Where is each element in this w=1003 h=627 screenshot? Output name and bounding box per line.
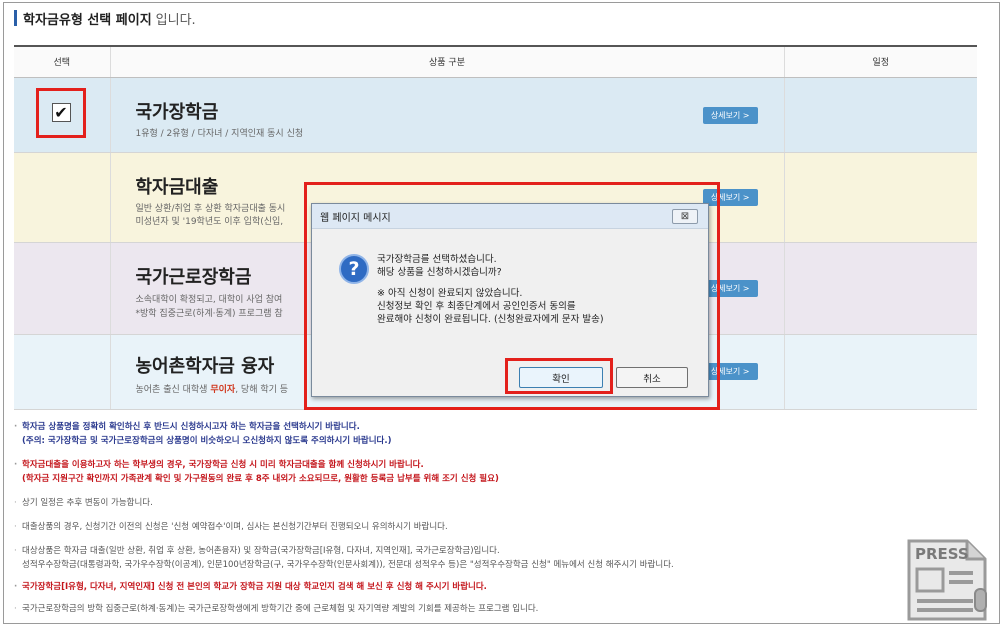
ok-button[interactable]: 확인 [519,367,603,388]
product-desc: 1유형 / 2유형 / 다자녀 / 지역인재 동시 신청 [135,128,304,139]
note-item: · 국가근로장학금의 방학 집중근로(하계·동계)는 국가근로장학생에게 방학기간… [14,602,914,616]
table-row-national-scholarship: ✔ 국가장학금 1유형 / 2유형 / 다자녀 / 지역인재 동시 신청 상세보… [14,77,977,153]
header-schedule: 일정 [783,45,977,78]
press-label: PRESS [915,545,969,563]
checkbox-national-scholarship[interactable]: ✔ [51,102,71,122]
note-bullet: · [14,546,17,556]
check-mark-icon: ✔ [54,102,68,122]
note-item: · 학자금대출을 이용하고자 하는 학부생의 경우, 국가장학금 신청 시 미리 … [14,458,914,472]
note-item: (학자금 지원구간 확인까지 가족관계 확인 및 가구원동의 완료 후 8주 내… [14,472,914,486]
dialog-message-line: 해당 상품을 신청하시겠습니까? [377,267,502,278]
note-text: 학자금 상품명을 정확히 확인하신 후 반드시 신청하시고자 하는 학자금을 선… [22,422,360,432]
note-text: (주의: 국가장학금 및 국가근로장학금의 상품명이 비슷하오니 오신청하지 않… [22,436,392,446]
note-bullet: · [14,498,17,508]
dialog-message: 국가장학금를 선택하셨습니다. 해당 상품을 신청하시겠습니까? ※ 아직 신청… [377,253,604,326]
select-cell: ✔ [14,77,110,153]
note-item: · 학자금 상품명을 정확히 확인하신 후 반드시 신청하시고자 하는 학자금을 … [14,420,914,434]
product-desc-2: *방학 집중근로(하계·동계) 프로그램 참 [135,308,283,319]
note-item: (주의: 국가장학금 및 국가근로장학금의 상품명이 비슷하오니 오신청하지 않… [14,434,914,448]
dialog-title: 웹 페이지 메시지 [320,212,391,224]
note-text: 대출상품의 경우, 신청기간 이전의 신청은 '신청 예약접수'이며, 심사는 … [22,522,448,532]
product-desc-2: 미성년자 및 '19학년도 이후 입학(신입, [135,216,284,227]
note-text: 성적우수장학금(대통령과학, 국가우수장학(이공계), 인문100년장학금(구,… [22,560,674,570]
schedule-cell [783,242,977,335]
close-icon: ⊠ [680,211,690,222]
schedule-cell [783,152,977,243]
notes-list: · 학자금 상품명을 정확히 확인하신 후 반드시 신청하시고자 하는 학자금을 … [14,420,914,616]
select-cell [14,152,110,243]
note-bullet: · [14,604,17,614]
product-desc-text: 농어촌 출신 대학생 [135,384,208,395]
select-cell [14,242,110,335]
product-desc: 일반 상환/취업 후 상환 학자금대출 동시 [135,203,286,214]
note-text: 대상상품은 학자금 대출(일반 상환, 취업 후 상환, 농어촌융자) 및 장학… [22,546,500,556]
title-accent-bar [14,10,17,26]
dialog-message-line: 신청정보 확인 후 최종단계에서 공인인증서 동의를 [377,301,576,312]
table-header-row: 선택 상품 구분 일정 [14,45,977,78]
note-text: 상기 일정은 추후 변동이 가능합니다. [22,498,153,508]
note-text: (학자금 지원구간 확인까지 가족관계 확인 및 가구원동의 완료 후 8주 내… [22,474,499,484]
dialog-message-line: ※ 아직 신청이 완료되지 않았습니다. [377,288,523,299]
page-title-rest: 입니다. [155,12,196,28]
dialog-message-gap [377,279,604,287]
note-bullet: · [14,422,18,432]
note-bullet: · [14,522,17,532]
interest-free-highlight: 무이자 [210,384,236,395]
note-bullet: · [14,460,18,470]
note-item: 성적우수장학금(대통령과학, 국가우수장학(이공계), 인문100년장학금(구,… [14,558,914,572]
note-text: 학자금대출을 이용하고자 하는 학부생의 경우, 국가장학금 신청 시 미리 학… [22,460,424,470]
product-name: 학자금대출 [135,176,219,198]
note-item: · 대출상품의 경우, 신청기간 이전의 신청은 '신청 예약접수'이며, 심사는… [14,520,914,534]
note-item: · 대상상품은 학자금 대출(일반 상환, 취업 후 상환, 농어촌융자) 및 장… [14,544,914,558]
page-title: 학자금유형 선택 페이지 입니다. [14,8,196,28]
dialog-title-bar[interactable]: 웹 페이지 메시지 ⊠ [312,204,708,229]
product-name: 국가장학금 [135,101,219,123]
product-desc: 농어촌 출신 대학생 무이자, 당해 학기 등 [136,382,289,395]
select-cell [14,334,110,410]
header-product-type: 상품 구분 [109,45,784,78]
checkbox-highlight: ✔ [36,87,86,138]
product-name: 국가근로장학금 [135,266,252,288]
page-title-strong: 학자금유형 선택 페이지 [23,12,152,28]
product-name: 농어촌학자금 융자 [135,355,275,377]
note-item: · 국가장학금[Ⅰ유형, 다자녀, 지역인재] 신청 전 본인의 학교가 장학금 … [14,580,914,594]
question-icon: ? [339,254,369,284]
product-desc-tail: , 당해 학기 등 [235,384,289,395]
schedule-cell [783,334,977,410]
schedule-cell [783,77,977,153]
confirm-dialog: 웹 페이지 메시지 ⊠ ? 국가장학금를 선택하셨습니다. 해당 상품을 신청하… [311,203,709,397]
note-text: 국가장학금[Ⅰ유형, 다자녀, 지역인재] 신청 전 본인의 학교가 장학금 지… [22,582,487,592]
dialog-message-line: 국가장학금를 선택하셨습니다. [377,254,497,265]
note-text: 국가근로장학금의 방학 집중근로(하계·동계)는 국가근로장학생에게 방학기간 … [22,604,539,614]
note-item: · 상기 일정은 추후 변동이 가능합니다. [14,496,914,510]
note-bullet: · [14,582,18,592]
header-select: 선택 [14,45,110,78]
press-document-icon: PRESS [907,539,987,621]
detail-button-national-scholarship[interactable]: 상세보기 > [702,106,758,124]
product-cell: 국가장학금 1유형 / 2유형 / 다자녀 / 지역인재 동시 신청 상세보기 … [109,77,784,153]
dialog-close-button[interactable]: ⊠ [672,209,698,224]
product-desc: 소속대학이 확정되고, 대학이 사업 참여 [135,294,283,305]
dialog-message-line: 완료해야 신청이 완료됩니다. (신청완료자에게 문자 발송) [377,314,604,325]
cancel-button[interactable]: 취소 [616,367,688,388]
question-mark: ? [348,258,360,280]
